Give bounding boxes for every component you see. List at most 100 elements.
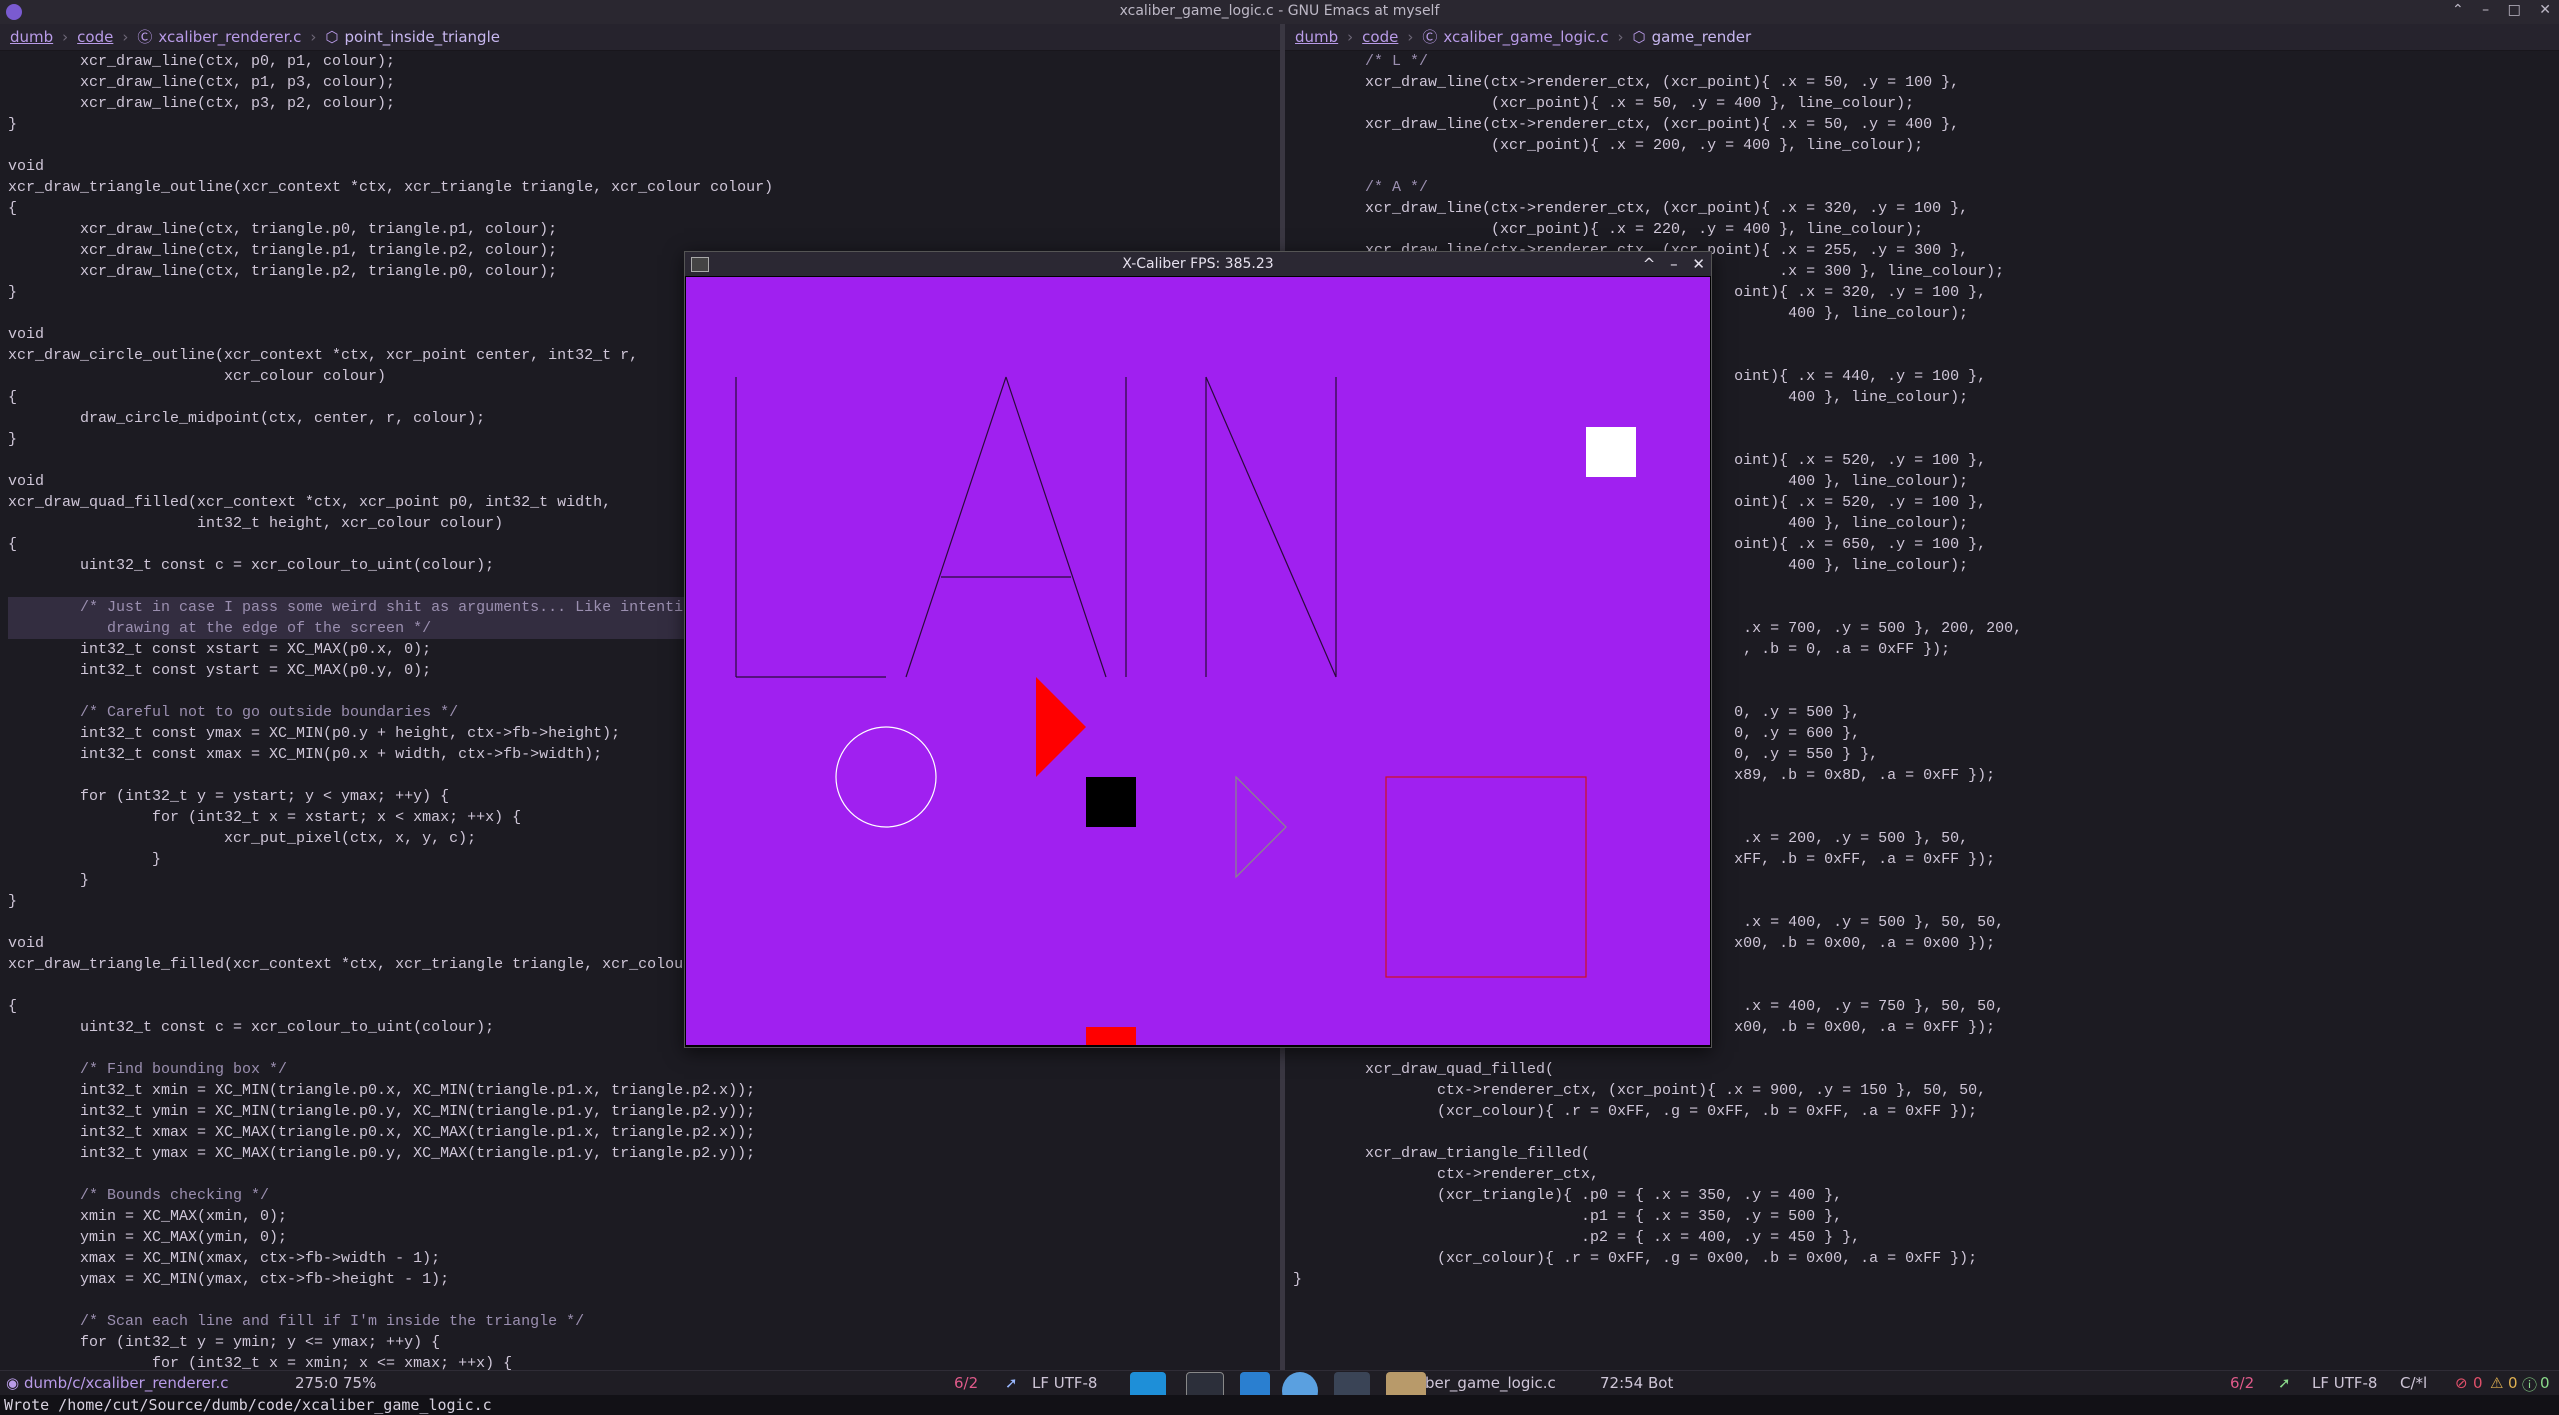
right-encoding[interactable]: LF UTF-8 bbox=[2312, 1374, 2377, 1392]
close-button[interactable]: ✕ bbox=[1692, 255, 1705, 273]
minibuffer[interactable]: Wrote /home/cut/Source/dumb/code/xcalibe… bbox=[0, 1395, 2559, 1415]
code-line: int32_t const ystart = XC_MAX(p0.y, 0); bbox=[8, 662, 432, 679]
window-title: xcaliber_game_logic.c - GNU Emacs at mys… bbox=[1119, 3, 1440, 19]
code-line: void bbox=[8, 158, 45, 175]
code-line: } bbox=[1293, 1271, 1303, 1288]
code-line: xcr_draw_triangle_filled(xcr_context *ct… bbox=[8, 956, 684, 973]
code-line: /* Bounds checking */ bbox=[8, 1187, 270, 1204]
code-line: } bbox=[8, 284, 18, 301]
code-line: xcr_draw_line(ctx, p0, p1, colour); bbox=[8, 53, 396, 70]
code-line: int32_t ymax = XC_MAX(triangle.p0.y, XC_… bbox=[8, 1145, 756, 1162]
code-line: xcr_draw_circle_outline(xcr_context *ctx… bbox=[8, 347, 639, 364]
code-line: } bbox=[8, 851, 162, 868]
warning-count: 0 bbox=[2508, 1374, 2518, 1392]
right-breadcrumb: dumb › code › Ⓒxcaliber_game_logic.c › ⬡ game_r… bbox=[1285, 24, 2559, 51]
code-line: int32_t const ymax = XC_MIN(p0.y + heigh… bbox=[8, 725, 621, 742]
breadcrumb-dir[interactable]: code bbox=[77, 28, 113, 46]
window-controls: ⌃ – □ ✕ bbox=[2438, 2, 2551, 18]
right-buffer-name[interactable]: ber_game_logic.c bbox=[1425, 1374, 1556, 1392]
c-file-icon: Ⓒ bbox=[1422, 28, 1438, 46]
code-line: (xcr_colour){ .r = 0xFF, .g = 0xFF, .b =… bbox=[1293, 1103, 1978, 1120]
xcaliber-titlebar[interactable]: X-Caliber FPS: 385.23 ^ – ✕ bbox=[685, 252, 1711, 276]
rocket-icon: ➚ bbox=[2278, 1374, 2291, 1392]
code-line: void bbox=[8, 326, 45, 343]
shade-button[interactable]: ^ bbox=[1643, 255, 1656, 273]
code-line: ctx->renderer_ctx, bbox=[1293, 1166, 1600, 1183]
code-line: uint32_t const c = xcr_colour_to_uint(co… bbox=[8, 1019, 495, 1036]
code-line: xcr_draw_line(ctx->renderer_ctx, (xcr_po… bbox=[1293, 116, 1960, 133]
code-line: xcr_draw_line(ctx, triangle.p2, triangle… bbox=[8, 263, 558, 280]
left-buffer-name[interactable]: dumb/c/xcaliber_renderer.c bbox=[24, 1374, 229, 1392]
code-line: void bbox=[8, 935, 45, 952]
code-line: xcr_draw_line(ctx, p1, p3, colour); bbox=[8, 74, 396, 91]
xcaliber-window[interactable]: X-Caliber FPS: 385.23 ^ – ✕ bbox=[684, 251, 1712, 1048]
code-line: /* Careful not to go outside boundaries … bbox=[8, 704, 459, 721]
maximize-button[interactable]: □ bbox=[2508, 2, 2521, 18]
code-line: xcr_draw_triangle_outline(xcr_context *c… bbox=[8, 179, 774, 196]
code-line: .p2 = { .x = 400, .y = 450 } }, bbox=[1293, 1229, 1861, 1246]
code-line: xcr_draw_quad_filled( bbox=[1293, 1061, 1555, 1078]
code-line: for (int32_t y = ymin; y <= ymax; ++y) { bbox=[8, 1334, 441, 1351]
breadcrumb-function[interactable]: game_render bbox=[1652, 28, 1752, 46]
code-line: (xcr_colour){ .r = 0xFF, .g = 0x00, .b =… bbox=[1293, 1250, 1978, 1267]
info-icon: ⓘ bbox=[2522, 1376, 2538, 1394]
code-line: .p1 = { .x = 350, .y = 500 }, bbox=[1293, 1208, 1843, 1225]
xcaliber-title: X-Caliber FPS: 385.23 bbox=[1122, 256, 1274, 272]
mode-line: ◉ dumb/c/xcaliber_renderer.c 275:0 75% 6… bbox=[0, 1370, 2559, 1395]
code-line: (xcr_point){ .x = 200, .y = 400 }, line_… bbox=[1293, 137, 1924, 154]
code-line: int32_t ymin = XC_MIN(triangle.p0.y, XC_… bbox=[8, 1103, 756, 1120]
error-count: 0 bbox=[2473, 1374, 2483, 1392]
code-line: /* Find bounding box */ bbox=[8, 1061, 288, 1078]
code-line: (xcr_point){ .x = 220, .y = 400 }, line_… bbox=[1293, 221, 1924, 238]
breadcrumb-function[interactable]: point_inside_triangle bbox=[344, 28, 500, 46]
left-encoding[interactable]: LF UTF-8 bbox=[1032, 1374, 1097, 1392]
code-line: for (int32_t x = xstart; x < xmax; ++x) … bbox=[8, 809, 522, 826]
minimize-button[interactable]: – bbox=[2482, 2, 2489, 18]
code-line: int32_t xmax = XC_MAX(triangle.p0.x, XC_… bbox=[8, 1124, 756, 1141]
code-line: } bbox=[8, 431, 18, 448]
code-line: int32_t xmin = XC_MIN(triangle.p0.x, XC_… bbox=[8, 1082, 756, 1099]
code-line: /* Scan each line and fill if I'm inside… bbox=[8, 1313, 585, 1330]
code-line: for (int32_t y = ystart; y < ymax; ++y) … bbox=[8, 788, 450, 805]
minimize-button[interactable]: – bbox=[1670, 255, 1678, 273]
code-line: ymax = XC_MIN(ymax, ctx->fb->height - 1)… bbox=[8, 1271, 450, 1288]
breadcrumb-file[interactable]: xcaliber_game_logic.c bbox=[1443, 28, 1608, 46]
code-line: (xcr_point){ .x = 50, .y = 400 }, line_c… bbox=[1293, 95, 1915, 112]
code-line: /* A */ bbox=[1293, 179, 1429, 196]
code-line: { bbox=[8, 998, 18, 1015]
function-icon: ⬡ bbox=[1632, 28, 1646, 46]
code-line: xcr_draw_line(ctx, triangle.p1, triangle… bbox=[8, 242, 558, 259]
code-line: /* L */ bbox=[1293, 53, 1429, 70]
code-line: xcr_draw_line(ctx->renderer_ctx, (xcr_po… bbox=[1293, 200, 1969, 217]
breadcrumb-file[interactable]: xcaliber_renderer.c bbox=[158, 28, 301, 46]
close-button[interactable]: ✕ bbox=[2539, 2, 2551, 18]
major-mode[interactable]: C/*l bbox=[2400, 1374, 2427, 1392]
left-cursor-position: 275:0 75% bbox=[295, 1374, 377, 1392]
code-line: ymin = XC_MAX(ymin, 0); bbox=[8, 1229, 288, 1246]
code-line: xcr_draw_quad_filled(xcr_context *ctx, x… bbox=[8, 494, 612, 511]
left-flycheck-count[interactable]: 6/2 bbox=[954, 1374, 978, 1392]
code-line: int32_t height, xcr_colour colour) bbox=[8, 515, 504, 532]
warning-icon: ⚠ bbox=[2490, 1374, 2504, 1392]
breadcrumb-dir[interactable]: code bbox=[1362, 28, 1398, 46]
code-line: ctx->renderer_ctx, (xcr_point){ .x = 900… bbox=[1293, 1082, 1987, 1099]
code-line: int32_t const xmax = XC_MIN(p0.x + width… bbox=[8, 746, 603, 763]
breadcrumb-dir[interactable]: dumb bbox=[1295, 28, 1338, 46]
shade-button[interactable]: ⌃ bbox=[2452, 2, 2464, 18]
red-square bbox=[1086, 1027, 1136, 1045]
white-square bbox=[1586, 427, 1636, 477]
left-breadcrumb: dumb › code › Ⓒxcaliber_renderer.c › ⬡ point_in… bbox=[0, 24, 1280, 51]
rocket-icon: ➚ bbox=[1005, 1374, 1018, 1392]
code-line: int32_t const xstart = XC_MAX(p0.x, 0); bbox=[8, 641, 432, 658]
breadcrumb-dir[interactable]: dumb bbox=[10, 28, 53, 46]
right-flycheck-count[interactable]: 6/2 bbox=[2230, 1374, 2254, 1392]
error-icon: ⊘ bbox=[2455, 1374, 2468, 1392]
code-line: xcr_draw_line(ctx, triangle.p0, triangle… bbox=[8, 221, 558, 238]
code-line: xmax = XC_MIN(xmax, ctx->fb->width - 1); bbox=[8, 1250, 441, 1267]
right-cursor-position: 72:54 Bot bbox=[1600, 1374, 1674, 1392]
code-line: xcr_colour colour) bbox=[8, 368, 387, 385]
code-line: } bbox=[8, 893, 18, 910]
code-line: xmin = XC_MAX(xmin, 0); bbox=[8, 1208, 288, 1225]
canvas-background bbox=[686, 277, 1710, 1045]
black-square bbox=[1086, 777, 1136, 827]
